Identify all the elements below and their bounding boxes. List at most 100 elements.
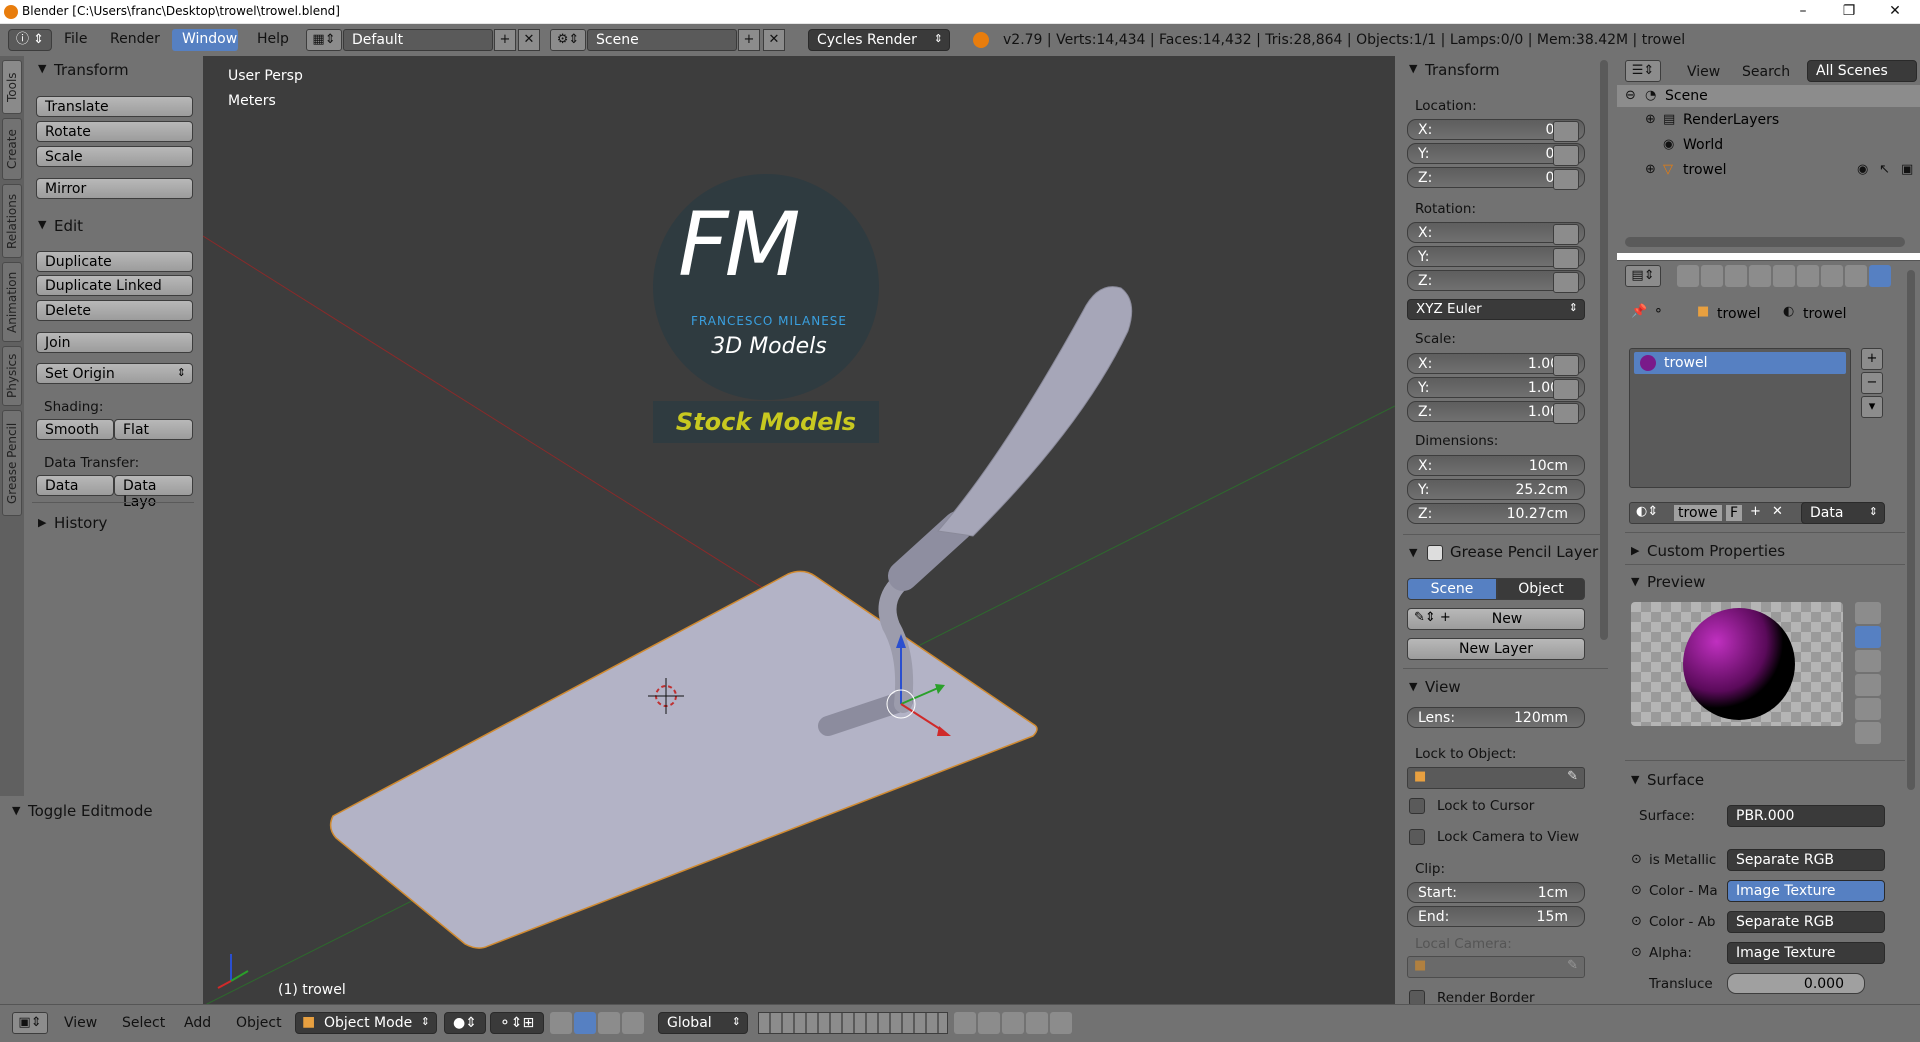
gp-new-button[interactable]: ✎⇕ + New (1407, 608, 1585, 630)
lock-icon[interactable] (1553, 248, 1579, 269)
tab-animation[interactable]: Animation (2, 262, 22, 342)
lock-icon[interactable] (1553, 379, 1579, 400)
properties-scrollbar[interactable] (1907, 270, 1915, 790)
viewport-select-menu[interactable]: Select (122, 1015, 165, 1031)
set-origin-select[interactable]: Set Origin ⇕ (36, 363, 193, 384)
expand-triangle-icon[interactable]: ▶ (1631, 544, 1639, 557)
properties-editor-icon[interactable]: ▤⇕ (1625, 265, 1661, 287)
hair-preview-icon[interactable] (1855, 698, 1881, 720)
layers-tab-icon[interactable] (1701, 265, 1723, 287)
visibility-eye-icon[interactable]: ◉ (1857, 162, 1868, 177)
data-button[interactable]: Data (36, 475, 114, 496)
expand-triangle-icon[interactable]: ▶ (38, 516, 46, 529)
expand-icon[interactable]: ⊖ (1625, 88, 1636, 103)
surface-row-select[interactable]: Image Texture (1727, 880, 1885, 902)
material-slot-list[interactable]: trowel (1629, 348, 1851, 488)
proportional-edit-icon[interactable] (954, 1012, 976, 1034)
remove-scene-icon[interactable]: ✕ (763, 29, 785, 51)
outliner-editor-icon[interactable]: ☰⇕ (1625, 60, 1661, 82)
lock-icon[interactable] (1553, 355, 1579, 376)
gp-object-toggle[interactable]: Object (1497, 578, 1585, 600)
collapse-triangle-icon[interactable]: ▼ (1631, 773, 1639, 786)
collapse-triangle-icon[interactable]: ▼ (38, 218, 46, 231)
constraints-tab-icon[interactable] (1797, 265, 1819, 287)
snap-icon[interactable] (978, 1012, 1000, 1034)
expand-icon[interactable]: ⊕ (1645, 112, 1656, 127)
viewport-add-menu[interactable]: Add (184, 1015, 211, 1031)
flat-preview-icon[interactable] (1855, 602, 1881, 624)
data-layout-button[interactable]: Data Layo (114, 475, 193, 510)
collapse-triangle-icon[interactable]: ▼ (12, 804, 20, 817)
translate-button[interactable]: Translate (36, 96, 193, 117)
data-tab-icon[interactable] (1845, 265, 1867, 287)
material-datablock[interactable]: ◐⇕ trowe F + ✕ (1629, 502, 1829, 524)
scale-manipulator-icon[interactable] (622, 1012, 644, 1034)
snap-target-icon[interactable] (1002, 1012, 1024, 1034)
translate-manipulator-icon[interactable] (574, 1012, 596, 1034)
maximize-button[interactable]: ❐ (1826, 0, 1872, 24)
unlink-material-icon[interactable]: ✕ (1772, 504, 1783, 519)
3d-viewport[interactable]: User Persp Meters FM FRANCESCO MILANESE … (203, 56, 1395, 1004)
minimize-button[interactable]: – (1780, 0, 1826, 24)
flat-button[interactable]: Flat (114, 419, 193, 440)
tab-create[interactable]: Create (2, 118, 22, 180)
material-name-field[interactable]: trowe (1674, 505, 1722, 521)
dimension-y-field[interactable]: Y: 25.2cm (1407, 479, 1585, 500)
opengl-animation-icon[interactable] (1050, 1012, 1072, 1034)
pivot-select[interactable]: ⚬⇕⊞ (490, 1012, 544, 1034)
surface-row-select[interactable]: Image Texture (1727, 942, 1885, 964)
sphere-preview-icon[interactable] (1855, 626, 1881, 648)
tab-tools[interactable]: Tools (2, 60, 22, 114)
monkey-preview-icon[interactable] (1855, 674, 1881, 696)
surface-row-select[interactable]: Separate RGB (1727, 849, 1885, 871)
link-select[interactable]: Data ⇕ (1801, 502, 1885, 524)
lock-object-field[interactable]: ■ ✎ (1407, 767, 1585, 789)
viewport-object-menu[interactable]: Object (236, 1015, 282, 1031)
mode-select[interactable]: ■ Object Mode ⇕ (295, 1012, 437, 1034)
outliner-view-menu[interactable]: View (1687, 64, 1720, 80)
cube-preview-icon[interactable] (1855, 650, 1881, 672)
surface-node-select[interactable]: PBR.000 (1727, 805, 1885, 827)
object-tab-icon[interactable] (1773, 265, 1795, 287)
scene-icon[interactable]: ⚙⇕ (550, 29, 586, 51)
outliner-item-world[interactable]: World (1683, 137, 1723, 153)
menu-render[interactable]: Render (110, 31, 160, 47)
screen-layout-icon[interactable]: ▦⇕ (306, 29, 342, 51)
remove-layout-icon[interactable]: ✕ (518, 29, 540, 51)
add-layout-icon[interactable]: + (494, 29, 516, 51)
collapse-triangle-icon[interactable]: ▼ (1409, 680, 1417, 693)
lens-field[interactable]: Lens: 120mm (1407, 707, 1585, 728)
render-engine-select[interactable]: Cycles Render ⇕ (808, 29, 950, 51)
fake-user-button[interactable]: F (1726, 505, 1743, 521)
scene-field[interactable]: Scene (587, 29, 737, 51)
render-camera-icon[interactable]: ▣ (1901, 162, 1913, 177)
rotate-manipulator-icon[interactable] (598, 1012, 620, 1034)
add-scene-icon[interactable]: + (738, 29, 760, 51)
modifiers-tab-icon[interactable] (1821, 265, 1843, 287)
clip-end-field[interactable]: End: 15m (1407, 906, 1585, 927)
outliner-item-scene[interactable]: Scene (1665, 88, 1708, 104)
join-button[interactable]: Join (36, 332, 193, 353)
dimension-x-field[interactable]: X: 10cm (1407, 455, 1585, 476)
collapse-triangle-icon[interactable]: ▼ (1409, 62, 1417, 75)
smooth-button[interactable]: Smooth (36, 419, 114, 440)
mirror-button[interactable]: Mirror (36, 178, 193, 199)
delete-button[interactable]: Delete (36, 300, 193, 321)
slot-menu-icon[interactable]: ▾ (1861, 396, 1883, 418)
rotate-button[interactable]: Rotate (36, 121, 193, 142)
outliner-filter-select[interactable]: All Scenes (1807, 60, 1917, 82)
collapse-triangle-icon[interactable]: ▼ (1409, 546, 1417, 559)
surface-row-select[interactable]: Separate RGB (1727, 911, 1885, 933)
lock-icon[interactable] (1553, 121, 1579, 142)
lock-icon[interactable] (1553, 224, 1579, 245)
outliner-item-trowel[interactable]: trowel (1683, 162, 1726, 178)
outliner-item-renderlayers[interactable]: RenderLayers (1683, 112, 1779, 128)
viewport-view-menu[interactable]: View (64, 1015, 97, 1031)
tab-relations[interactable]: Relations (2, 184, 22, 258)
editor-type-info-icon[interactable]: ⓘ ⇕ (8, 29, 52, 51)
scale-button[interactable]: Scale (36, 146, 193, 167)
pin-icon[interactable]: 📌 (1631, 304, 1647, 319)
menu-window[interactable]: Window (182, 31, 237, 47)
sky-preview-icon[interactable] (1855, 722, 1881, 744)
selectable-cursor-icon[interactable]: ↖ (1879, 162, 1890, 177)
